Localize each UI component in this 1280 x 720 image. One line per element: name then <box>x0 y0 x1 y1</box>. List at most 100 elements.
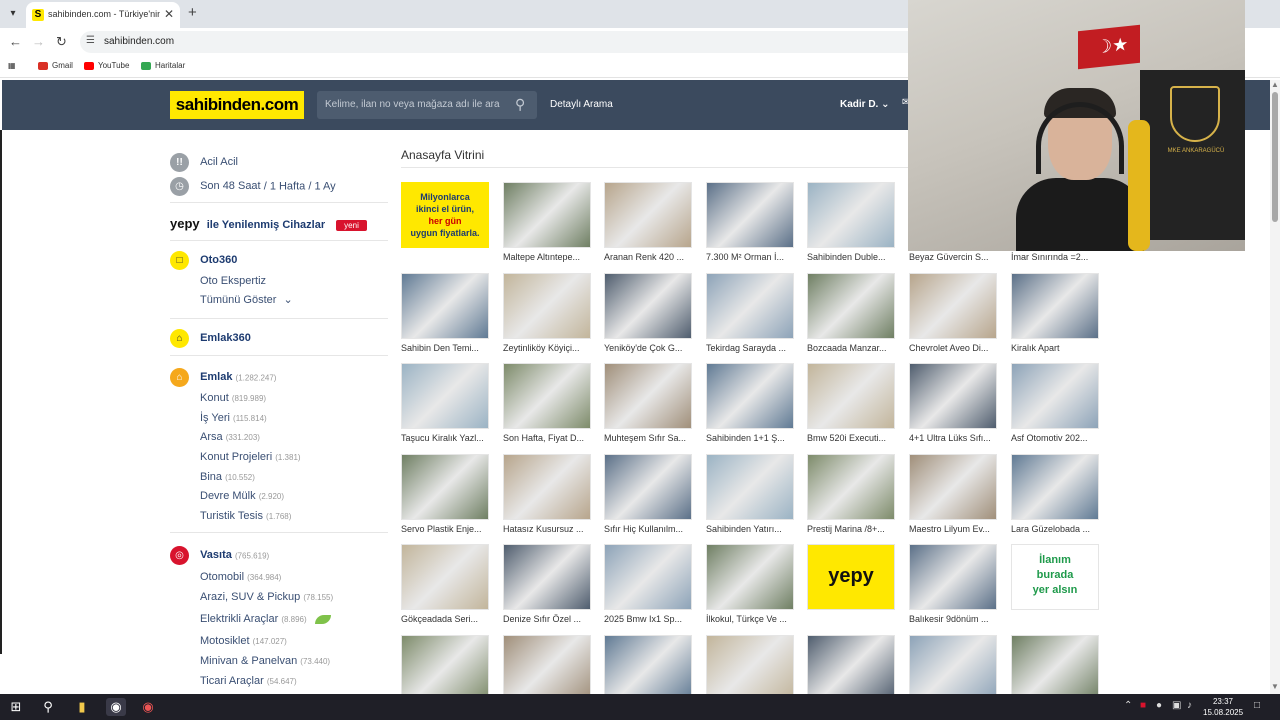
listing-title[interactable]: Chevrolet Aveo Di... <box>909 343 997 353</box>
listing-image[interactable] <box>807 363 895 429</box>
subcategory-motosiklet[interactable]: Motosiklet (147.027) <box>200 635 287 647</box>
listing-title[interactable]: Tekirdag Sarayda ... <box>706 343 794 353</box>
listing-card[interactable]: Zeytinliköy Köyiçi... <box>503 273 591 353</box>
listing-title[interactable]: Gökçeadada Seri... <box>401 614 489 624</box>
listing-image[interactable] <box>807 182 895 248</box>
advanced-search-link[interactable]: Detaylı Arama <box>550 99 613 110</box>
search-icon[interactable]: ⚲ <box>38 698 58 716</box>
listing-card[interactable]: Prestij Marina /8+... <box>807 454 895 534</box>
listing-card[interactable]: Sahibinden Duble... <box>807 182 895 262</box>
obs-icon[interactable]: ◉ <box>138 698 158 716</box>
subcategory-devre-mulk[interactable]: Devre Mülk (2.920) <box>200 490 284 502</box>
scrollbar-thumb[interactable] <box>1272 92 1278 222</box>
listing-title[interactable]: Bozcaada Manzar... <box>807 343 895 353</box>
urgent-link[interactable]: !! Acil Acil <box>170 153 238 172</box>
listing-image[interactable] <box>909 363 997 429</box>
browser-tab[interactable]: S sahibinden.com - Türkiye'nin O ✕ <box>26 2 180 28</box>
listing-title[interactable]: Asf Otomotiv 202... <box>1011 433 1099 443</box>
listing-image[interactable]: yepy <box>807 544 895 610</box>
listing-image[interactable] <box>807 454 895 520</box>
listing-title[interactable]: Taşucu Kiralık Yazl... <box>401 433 489 443</box>
listing-card[interactable] <box>401 635 489 694</box>
subcategory-otomobil[interactable]: Otomobil (364.984) <box>200 571 281 583</box>
listing-image[interactable] <box>503 182 591 248</box>
listing-image[interactable] <box>604 363 692 429</box>
listing-image[interactable] <box>909 635 997 694</box>
listing-image[interactable] <box>909 544 997 610</box>
time-filter-month[interactable]: 1 Ay <box>314 180 335 192</box>
listing-card[interactable]: Kiralık Apart <box>1011 273 1099 353</box>
listing-title[interactable]: Sahibinden 1+1 Ş... <box>706 433 794 443</box>
subcategory-minivan[interactable]: Minivan & Panelvan (73.440) <box>200 655 330 667</box>
site-logo[interactable]: sahibinden.com <box>170 91 304 119</box>
listing-card[interactable]: Asf Otomotiv 202... <box>1011 363 1099 443</box>
listing-image[interactable] <box>1011 454 1099 520</box>
system-clock[interactable]: 23:37 15.08.2025 <box>1203 696 1243 718</box>
promo-banner[interactable]: Milyonlarca ikinci el ürün, her gün uygun f… <box>401 182 489 248</box>
listing-image[interactable]: İlanım burada yer alsın <box>1011 544 1099 610</box>
subcategory-turistik-tesis[interactable]: Turistik Tesis (1.768) <box>200 510 291 522</box>
listing-image[interactable] <box>706 273 794 339</box>
listing-image[interactable] <box>604 544 692 610</box>
listing-title[interactable]: Kiralık Apart <box>1011 343 1099 353</box>
bookmark-youtube[interactable]: YouTube <box>84 61 129 70</box>
listing-card[interactable]: Gökçeadada Seri... <box>401 544 489 624</box>
listing-card[interactable] <box>503 635 591 694</box>
listing-image[interactable] <box>401 635 489 694</box>
listing-card[interactable]: 4+1 Ultra Lüks Sıfı... <box>909 363 997 443</box>
subcategory-isyeri[interactable]: İş Yeri (115.814) <box>200 412 267 424</box>
listing-image[interactable] <box>1011 635 1099 694</box>
listing-card[interactable] <box>909 635 997 694</box>
listing-card[interactable]: Sıfır Hiç Kullanılm... <box>604 454 692 534</box>
listing-image[interactable] <box>807 273 895 339</box>
listing-image[interactable] <box>604 182 692 248</box>
vasita-category[interactable]: ◎ Vasıta (765.619) <box>170 546 269 565</box>
back-icon[interactable]: ← <box>9 34 22 49</box>
listing-image[interactable] <box>706 363 794 429</box>
apps-icon[interactable]: ▦ <box>8 61 16 70</box>
search-icon[interactable]: ⚲ <box>515 96 525 113</box>
listing-card[interactable]: Denize Sıfır Özel ... <box>503 544 591 624</box>
listing-image[interactable] <box>503 635 591 694</box>
listing-card[interactable]: Bmw 520i Executi... <box>807 363 895 443</box>
search-input[interactable]: Kelime, ilan no veya mağaza adı ile ara … <box>317 91 537 119</box>
listing-card[interactable]: Maestro Lilyum Ev... <box>909 454 997 534</box>
listing-card[interactable]: Son Hafta, Fiyat D... <box>503 363 591 443</box>
yepy-link[interactable]: yepy ile Yenilenmiş Cihazlar yeni <box>170 216 367 231</box>
notifications-icon[interactable]: □ <box>1254 700 1260 711</box>
listing-image[interactable] <box>807 635 895 694</box>
oto360-link[interactable]: □ Oto360 <box>170 251 237 270</box>
listing-card[interactable]: 2025 Bmw Ix1 Sp... <box>604 544 692 624</box>
subcategory-konut[interactable]: Konut (819.989) <box>200 392 266 404</box>
reload-icon[interactable]: ↻ <box>56 34 67 50</box>
listing-card[interactable]: Yeniköy'de Çok G... <box>604 273 692 353</box>
scroll-down-icon[interactable]: ▼ <box>1271 682 1279 691</box>
listing-title[interactable]: Hatasız Kusursuz ... <box>503 524 591 534</box>
listing-title[interactable]: 7.300 M² Orman İ... <box>706 252 794 262</box>
bookmark-maps[interactable]: Haritalar <box>141 61 185 70</box>
oto-expertiz-link[interactable]: Oto Ekspertiz <box>200 275 266 287</box>
show-all-link[interactable]: Tümünü Göster ⌄ <box>200 293 293 306</box>
listing-card[interactable]: Tekirdag Sarayda ... <box>706 273 794 353</box>
scrollbar[interactable]: ▲ ▼ <box>1270 80 1280 694</box>
subcategory-arsa[interactable]: Arsa (331.203) <box>200 431 260 443</box>
tab-search-icon[interactable]: ▾ <box>4 5 22 23</box>
listing-card[interactable]: Milyonlarca ikinci el ürün, her gün uygun f… <box>401 182 489 248</box>
emlak-category[interactable]: ⌂ Emlak (1.282.247) <box>170 368 276 387</box>
listing-title[interactable]: Zeytinliköy Köyiçi... <box>503 343 591 353</box>
listing-image[interactable] <box>401 273 489 339</box>
listing-title[interactable]: Son Hafta, Fiyat D... <box>503 433 591 443</box>
forward-icon[interactable]: → <box>32 34 45 49</box>
listing-card[interactable]: İlanım burada yer alsın <box>1011 544 1099 610</box>
listing-image[interactable] <box>604 635 692 694</box>
subcategory-arazi-suv[interactable]: Arazi, SUV & Pickup (78.155) <box>200 591 333 603</box>
listing-image[interactable] <box>401 363 489 429</box>
bookmark-gmail[interactable]: Gmail <box>38 61 73 70</box>
listing-card[interactable] <box>1011 635 1099 694</box>
listing-card[interactable] <box>807 635 895 694</box>
listing-title[interactable]: Bmw 520i Executi... <box>807 433 895 443</box>
chrome-icon[interactable]: ◉ <box>106 698 126 716</box>
listing-card[interactable] <box>706 635 794 694</box>
subcategory-konut-projeleri[interactable]: Konut Projeleri (1.381) <box>200 451 301 463</box>
listing-image[interactable] <box>1011 273 1099 339</box>
